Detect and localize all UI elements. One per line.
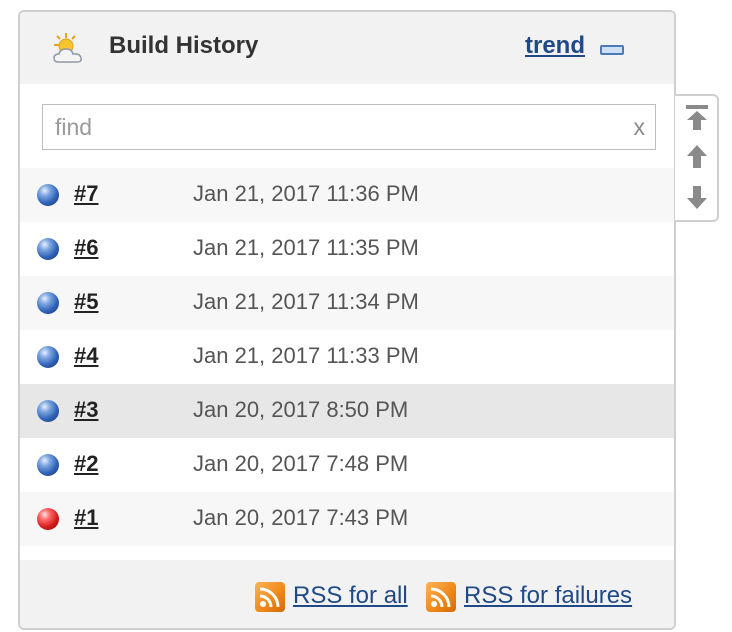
weather-partly-cloudy-icon: [53, 33, 82, 63]
widget-title: Build History: [109, 32, 259, 59]
rss-all-link[interactable]: RSS for all: [293, 582, 408, 610]
rss-failures-link[interactable]: RSS for failures: [464, 582, 632, 610]
search-input[interactable]: [43, 105, 623, 149]
build-status-success-icon[interactable]: [37, 292, 59, 314]
build-status-failed-icon[interactable]: [37, 508, 59, 530]
build-row: #4 Jan 21, 2017 11:33 PM: [20, 330, 674, 384]
build-date: Jan 20, 2017 7:43 PM: [193, 505, 409, 530]
build-status-success-icon[interactable]: [37, 454, 59, 476]
build-number-link[interactable]: #6: [74, 235, 98, 261]
build-row: #2 Jan 20, 2017 7:48 PM: [20, 438, 674, 492]
page-down-icon[interactable]: [684, 182, 710, 212]
build-date: Jan 21, 2017 11:35 PM: [193, 235, 419, 260]
build-status-success-icon[interactable]: [37, 400, 59, 422]
scroll-to-top-icon[interactable]: [684, 102, 710, 132]
clear-search-button[interactable]: x: [634, 114, 646, 141]
build-row: #5 Jan 21, 2017 11:34 PM: [20, 276, 674, 330]
rss-feed-icon[interactable]: [426, 582, 456, 612]
build-status-success-icon[interactable]: [37, 238, 59, 260]
build-number-link[interactable]: #2: [74, 451, 98, 477]
page-scroll-controls: [675, 94, 719, 222]
build-number-link[interactable]: #7: [74, 181, 98, 207]
build-number-link[interactable]: #5: [74, 289, 98, 315]
build-status-success-icon[interactable]: [37, 184, 59, 206]
rss-feed-icon[interactable]: [255, 582, 285, 612]
build-number-link[interactable]: #1: [74, 505, 98, 531]
build-history-footer: RSS for all RSS for failures: [20, 560, 674, 628]
build-row: #1 Jan 20, 2017 7:43 PM: [20, 492, 674, 546]
build-date: Jan 21, 2017 11:33 PM: [193, 343, 419, 368]
build-date: Jan 20, 2017 7:48 PM: [193, 451, 409, 476]
build-date: Jan 21, 2017 11:36 PM: [193, 181, 419, 206]
build-row: #6 Jan 21, 2017 11:35 PM: [20, 222, 674, 276]
build-row: #3 Jan 20, 2017 8:50 PM: [20, 384, 674, 438]
build-status-success-icon[interactable]: [37, 346, 59, 368]
build-date: Jan 20, 2017 8:50 PM: [193, 397, 409, 422]
build-row: #7 Jan 21, 2017 11:36 PM: [20, 168, 674, 222]
build-history-header: Build History trend: [20, 12, 674, 84]
page-up-icon[interactable]: [684, 142, 710, 172]
trend-link[interactable]: trend: [525, 32, 585, 60]
build-number-link[interactable]: #3: [74, 397, 98, 423]
build-history-widget: Build History trend x #7 Jan 21, 2017 11:…: [18, 10, 676, 630]
search-box: x: [42, 104, 656, 150]
build-date: Jan 21, 2017 11:34 PM: [193, 289, 419, 314]
build-number-link[interactable]: #4: [74, 343, 98, 369]
collapse-icon[interactable]: [600, 45, 624, 55]
